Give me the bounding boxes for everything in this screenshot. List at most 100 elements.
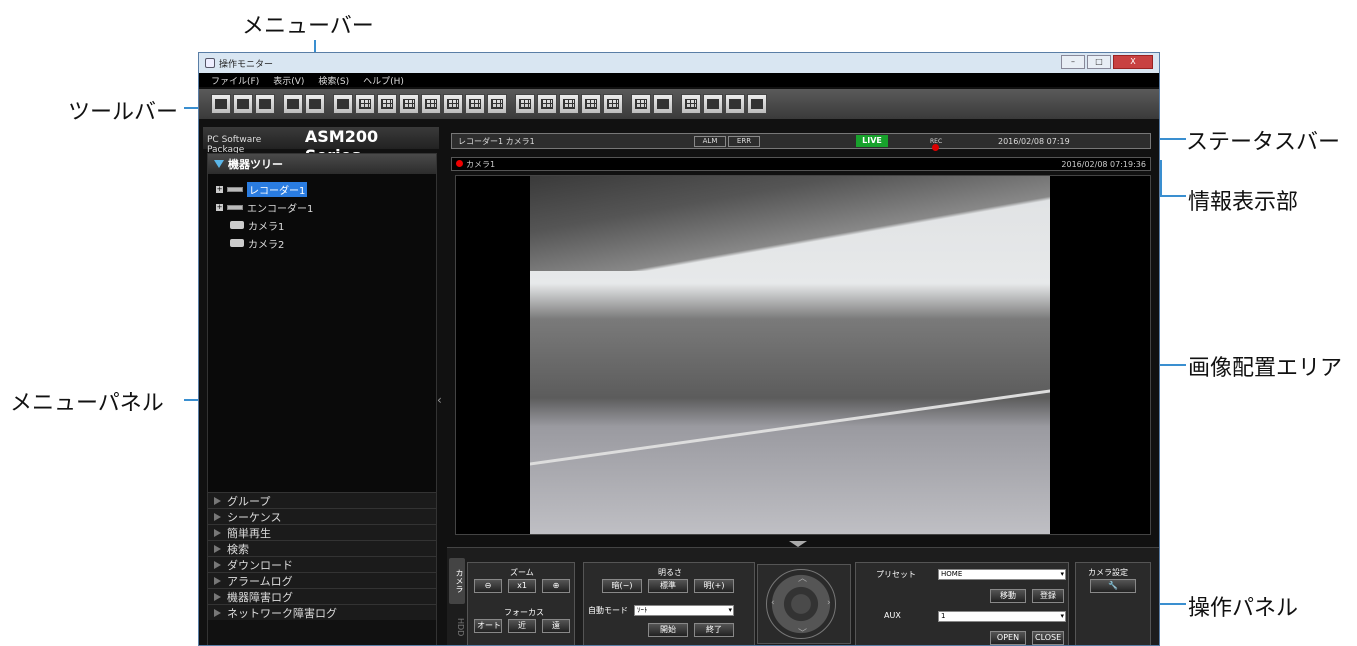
preset-select[interactable]: HOME xyxy=(938,569,1066,580)
callout-toolbar: ツールバー xyxy=(68,100,179,125)
zoom-out-button[interactable]: ⊖ xyxy=(474,579,502,593)
folder-icon[interactable] xyxy=(283,94,303,114)
group-item[interactable]: ネットワーク障害ログ xyxy=(208,604,436,620)
start-button[interactable]: 開始 xyxy=(648,623,688,637)
collapse-panel-icon[interactable]: ‹ xyxy=(437,393,443,413)
group-label: ネットワーク障害ログ xyxy=(227,606,337,620)
pan-down-icon[interactable]: ﹀ xyxy=(798,626,807,639)
fullscreen-icon[interactable] xyxy=(681,94,701,114)
triangle-down-icon xyxy=(214,160,224,168)
layout-30-icon[interactable] xyxy=(465,94,485,114)
image-area[interactable] xyxy=(455,175,1151,535)
station-roof xyxy=(530,176,1050,271)
group-item[interactable]: 検索 xyxy=(208,540,436,556)
expand-icon[interactable]: + xyxy=(216,185,223,193)
group-item[interactable]: 機器障害ログ xyxy=(208,588,436,604)
pan-up-icon[interactable]: ︿ xyxy=(798,571,807,584)
minimize-button[interactable]: – xyxy=(1061,55,1085,69)
pan-right-icon[interactable]: › xyxy=(827,598,831,608)
layout-wide-5-icon[interactable] xyxy=(603,94,623,114)
tab-camera[interactable]: カメラ xyxy=(449,558,465,604)
menu-file[interactable]: ファイル(F) xyxy=(211,74,259,87)
group-item[interactable]: ダウンロード xyxy=(208,556,436,572)
zoom-icon[interactable] xyxy=(703,94,723,114)
tree-item-recorder[interactable]: + レコーダー1 xyxy=(216,180,436,198)
layout-36-icon[interactable] xyxy=(487,94,507,114)
close-button[interactable]: X xyxy=(1113,55,1153,69)
tree-header[interactable]: 機器ツリー xyxy=(208,154,436,174)
sequence-icon[interactable] xyxy=(305,94,325,114)
triangle-right-icon xyxy=(214,528,221,537)
exit-icon[interactable] xyxy=(747,94,767,114)
zoom-x1-button[interactable]: x1 xyxy=(508,579,536,593)
register-button[interactable]: 登録 xyxy=(1032,589,1064,603)
info-camera-wrap: カメラ1 xyxy=(456,159,495,170)
group-item[interactable]: アラームログ xyxy=(208,572,436,588)
layout-25-icon[interactable] xyxy=(443,94,463,114)
group-item[interactable]: シーケンス xyxy=(208,508,436,524)
open-button[interactable]: OPEN xyxy=(990,631,1026,645)
focus-auto-button[interactable]: オート xyxy=(474,619,502,633)
layout-wide-2-icon[interactable] xyxy=(537,94,557,114)
error-icon[interactable]: ERR xyxy=(728,135,760,147)
close-aux-button[interactable]: CLOSE xyxy=(1032,631,1064,645)
logo-small: PC Software Package xyxy=(207,135,262,155)
settings-icon[interactable] xyxy=(725,94,745,114)
layout-wide-3-icon[interactable] xyxy=(559,94,579,114)
layout-wide-1-icon[interactable] xyxy=(515,94,535,114)
tree-item-camera2[interactable]: カメラ2 xyxy=(216,234,436,252)
aux-select[interactable]: 1 xyxy=(938,611,1066,622)
zoom-label: ズーム xyxy=(510,568,534,577)
bright-dark-button[interactable]: 暗(−) xyxy=(602,579,642,593)
tree-item-camera1[interactable]: カメラ1 xyxy=(216,216,436,234)
camera-icon[interactable] xyxy=(211,94,231,114)
bright-light-button[interactable]: 明(+) xyxy=(694,579,734,593)
layout-9-icon[interactable] xyxy=(377,94,397,114)
printer-icon[interactable] xyxy=(233,94,253,114)
zoom-in-button[interactable]: ⊕ xyxy=(542,579,570,593)
layout-wide-4-icon[interactable] xyxy=(581,94,601,114)
app-icon xyxy=(205,58,215,68)
ptz-ring[interactable]: ︿ ﹀ ‹ › xyxy=(766,569,836,639)
layout-split-2-icon[interactable] xyxy=(653,94,673,114)
group-label: 検索 xyxy=(227,542,249,556)
export-icon[interactable] xyxy=(255,94,275,114)
group-item[interactable]: グループ xyxy=(208,492,436,508)
maximize-button[interactable]: □ xyxy=(1087,55,1111,69)
menu-help[interactable]: ヘルプ(H) xyxy=(363,74,404,87)
layout-4-icon[interactable] xyxy=(355,94,375,114)
triangle-right-icon xyxy=(214,496,221,505)
alarm-icon[interactable]: ALM xyxy=(694,135,726,147)
tree-label: エンコーダー1 xyxy=(247,203,314,215)
pan-left-icon[interactable]: ‹ xyxy=(771,598,775,608)
tab-hdd[interactable]: HDD xyxy=(449,608,465,645)
focus-label: フォーカス xyxy=(504,608,544,617)
layout-1-icon[interactable] xyxy=(333,94,353,114)
ptz-joystick[interactable]: ︿ ﹀ ‹ › xyxy=(757,564,851,644)
triangle-right-icon xyxy=(214,608,221,617)
wrench-icon[interactable]: 🔧 xyxy=(1090,579,1136,593)
tree-item-encoder[interactable]: + エンコーダー1 xyxy=(216,198,436,216)
automode-select[interactable]: ｿｰﾄ xyxy=(634,605,734,616)
focus-far-button[interactable]: 遠 xyxy=(542,619,570,633)
rec-indicator: REC xyxy=(930,138,950,151)
layout-split-1-icon[interactable] xyxy=(631,94,651,114)
preset-label: プリセット xyxy=(876,570,916,579)
aux-label: AUX xyxy=(884,611,901,620)
layout-20-icon[interactable] xyxy=(421,94,441,114)
layout-16-icon[interactable] xyxy=(399,94,419,114)
callout-oppanel: 操作パネル xyxy=(1188,596,1299,621)
menu-search[interactable]: 検索(S) xyxy=(318,74,349,87)
group-item[interactable]: 簡単再生 xyxy=(208,524,436,540)
focus-near-button[interactable]: 近 xyxy=(508,619,536,633)
toolbar xyxy=(199,89,1159,119)
device-tree: + レコーダー1 + エンコーダー1 カメラ1 カメラ2 xyxy=(208,174,436,492)
menu-view[interactable]: 表示(V) xyxy=(273,74,304,87)
bright-std-button[interactable]: 標準 xyxy=(648,579,688,593)
move-button[interactable]: 移動 xyxy=(990,589,1026,603)
info-display: カメラ1 2016/02/08 07:19:36 xyxy=(451,157,1151,171)
end-button[interactable]: 終了 xyxy=(694,623,734,637)
expand-icon[interactable]: + xyxy=(216,203,223,211)
status-date: 2016/02/08 07:19 xyxy=(998,136,1070,146)
live-badge: LIVE xyxy=(856,135,888,147)
